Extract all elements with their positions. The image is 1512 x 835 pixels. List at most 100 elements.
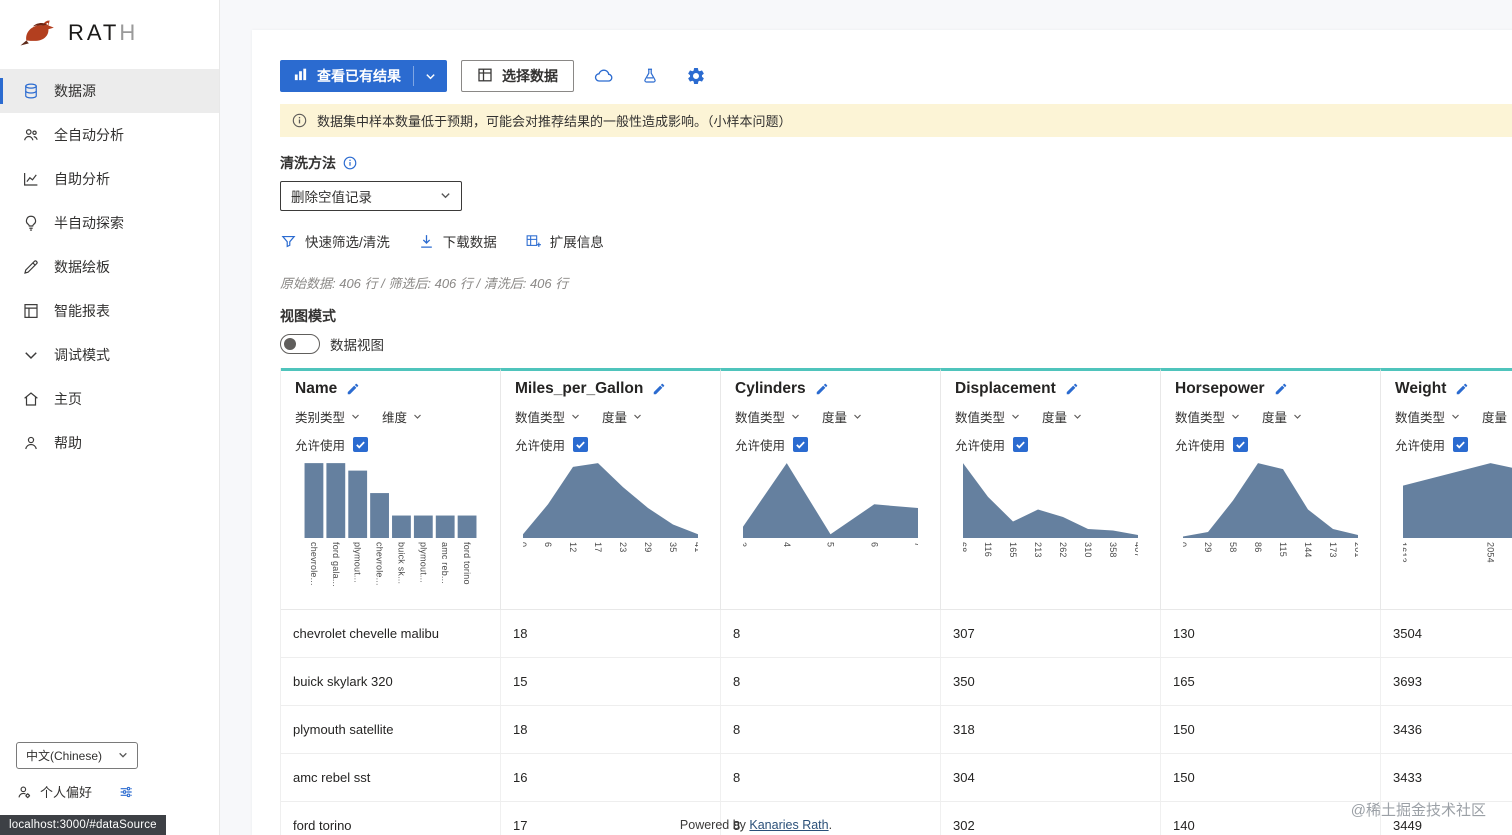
field-type-select[interactable]: 数值类型 — [515, 407, 580, 426]
beaker-icon[interactable] — [634, 60, 666, 92]
table-row: ford torino 17 8 302 140 3449 — [281, 802, 1512, 835]
bar-chart-icon — [293, 67, 308, 85]
chart-x-label: 29 — [643, 542, 653, 553]
field-selects: 类别类型 维度 — [295, 407, 486, 426]
field-selects: 数值类型 度量 — [735, 407, 926, 426]
field-type-select[interactable]: 数值类型 — [1175, 407, 1240, 426]
field-role-select[interactable]: 度量 — [1482, 407, 1512, 426]
sliders-icon[interactable] — [118, 784, 134, 800]
powered-by-footer: Powered by Kanaries Rath. — [679, 818, 833, 832]
field-role-select[interactable]: 度量 — [1262, 407, 1302, 426]
table-cell: 3433 — [1381, 754, 1512, 801]
allow-use-checkbox[interactable] — [573, 437, 589, 452]
toolbar: 查看已有结果 选择数据 — [280, 60, 1512, 92]
sidebar-item-auto-analysis[interactable]: 全自动分析 — [0, 113, 219, 157]
edit-pencil-icon[interactable] — [1065, 382, 1079, 396]
edit-pencil-icon[interactable] — [815, 382, 829, 396]
sidebar-item-self-analysis[interactable]: 自助分析 — [0, 157, 219, 201]
field-selects: 数值类型 度量 — [955, 407, 1146, 426]
cleaning-method-select[interactable]: 删除空值记录 — [280, 181, 462, 211]
extend-info-button[interactable]: 扩展信息 — [525, 231, 604, 251]
data-table: Name 类别类型 维度 允许使用 chevrole... ford gala... ply… — [280, 368, 1512, 835]
sidebar-item-help[interactable]: 帮助 — [0, 421, 219, 465]
allow-use-checkbox[interactable] — [1453, 437, 1469, 452]
field-role-select[interactable]: 维度 — [382, 407, 422, 426]
edit-pencil-icon[interactable] — [346, 382, 360, 396]
table-row: buick skylark 320 15 8 350 165 3693 — [281, 658, 1512, 706]
data-view-toggle[interactable] — [280, 334, 320, 354]
table-cell: 15 — [501, 658, 721, 705]
chart-x-label: amc reb... — [440, 542, 451, 585]
quick-filter-button[interactable]: 快速筛选/清洗 — [280, 231, 390, 251]
field-title: Horsepower — [1175, 380, 1366, 398]
person-icon — [22, 434, 40, 452]
field-distribution-chart — [1403, 460, 1512, 538]
chart-x-label: ford gala... — [330, 542, 341, 587]
table-cell: 140 — [1161, 802, 1381, 835]
cleaning-method-value: 删除空值记录 — [291, 190, 372, 205]
language-select[interactable]: 中文(Chinese) — [16, 742, 139, 769]
field-type-select[interactable]: 数值类型 — [1395, 407, 1460, 426]
table-cell: 307 — [941, 610, 1161, 657]
dataset-grid-icon — [477, 67, 493, 86]
sidebar-item-debug-mode[interactable]: 调试模式 — [0, 333, 219, 377]
sidebar-item-label: 自助分析 — [54, 171, 110, 187]
gear-icon[interactable] — [680, 60, 712, 92]
edit-pencil-icon[interactable] — [652, 382, 666, 396]
field-header-Miles_per_Gallon: Miles_per_Gallon 数值类型 度量 允许使用 0 6 12 17 23 29 35 41 — [501, 368, 721, 610]
allow-use-row: 允许使用 — [955, 435, 1146, 454]
allow-use-checkbox[interactable] — [353, 437, 369, 452]
field-role-select[interactable]: 度量 — [602, 407, 642, 426]
main-area: 查看已有结果 选择数据 数据集中样本数量低于预期，可能会对推荐结果的一般性造成影… — [220, 0, 1512, 835]
sidebar-item-semi-auto-explore[interactable]: 半自动探索 — [0, 201, 219, 245]
edit-pencil-icon[interactable] — [1455, 382, 1469, 396]
sidebar-item-home[interactable]: 主页 — [0, 377, 219, 421]
row-count-stats: 原始数据: 406 行 / 筛选后: 406 行 / 清洗后: 406 行 — [280, 276, 569, 291]
chevron-down-icon — [118, 749, 128, 763]
chart-x-label: 2054 — [1485, 542, 1496, 563]
chevron-down-icon — [571, 410, 580, 424]
chevron-down-icon — [633, 410, 642, 424]
allow-use-checkbox[interactable] — [793, 437, 809, 452]
chevron-down-icon — [440, 189, 451, 204]
field-header-Weight: Weight数值类型度量允许使用161320542494 — [1381, 368, 1512, 610]
kanaries-rath-link[interactable]: Kanaries Rath — [749, 818, 828, 832]
chevron-down-icon — [1451, 410, 1460, 424]
allow-use-row: 允许使用 — [1175, 435, 1366, 454]
pen-icon — [22, 258, 40, 276]
sidebar-item-label: 智能报表 — [54, 303, 110, 319]
table-cell: 18 — [501, 706, 721, 753]
allow-use-checkbox[interactable] — [1233, 437, 1249, 452]
edit-pencil-icon[interactable] — [1274, 382, 1288, 396]
select-data-button[interactable]: 选择数据 — [461, 60, 574, 92]
home-icon — [22, 390, 40, 408]
field-selects: 数值类型 度量 — [1175, 407, 1366, 426]
chart-x-label: 262 — [1057, 542, 1068, 558]
download-data-button[interactable]: 下载数据 — [418, 231, 497, 251]
field-type-select[interactable]: 类别类型 — [295, 407, 360, 426]
sidebar-item-data-source[interactable]: 数据源 — [0, 69, 219, 113]
sidebar-item-data-painter[interactable]: 数据绘板 — [0, 245, 219, 289]
field-distribution-chart — [743, 460, 918, 538]
preferences-button[interactable]: 个人偏好 — [16, 782, 203, 801]
brand[interactable]: RATH — [0, 0, 219, 69]
table-plus-icon — [525, 233, 542, 250]
field-type-select[interactable]: 数值类型 — [955, 407, 1020, 426]
field-role-select[interactable]: 度量 — [822, 407, 862, 426]
chart-x-label: 3 — [743, 542, 748, 548]
chart-x-label: 7 — [913, 542, 918, 548]
chevron-down-icon[interactable] — [414, 60, 447, 92]
info-icon[interactable] — [343, 156, 357, 170]
cloud-icon[interactable] — [588, 60, 620, 92]
view-results-split-button[interactable]: 查看已有结果 — [280, 60, 447, 92]
field-type-select[interactable]: 数值类型 — [735, 407, 800, 426]
field-role-select[interactable]: 度量 — [1042, 407, 1082, 426]
chart-x-label: 29 — [1203, 542, 1213, 553]
people-icon — [22, 126, 40, 144]
field-selects: 数值类型 度量 — [1395, 407, 1512, 426]
allow-use-checkbox[interactable] — [1013, 437, 1029, 452]
chart-x-label: buick sk... — [396, 542, 407, 585]
sidebar-item-smart-report[interactable]: 智能报表 — [0, 289, 219, 333]
field-name: Cylinders — [735, 380, 806, 397]
table-row: amc rebel sst 16 8 304 150 3433 — [281, 754, 1512, 802]
